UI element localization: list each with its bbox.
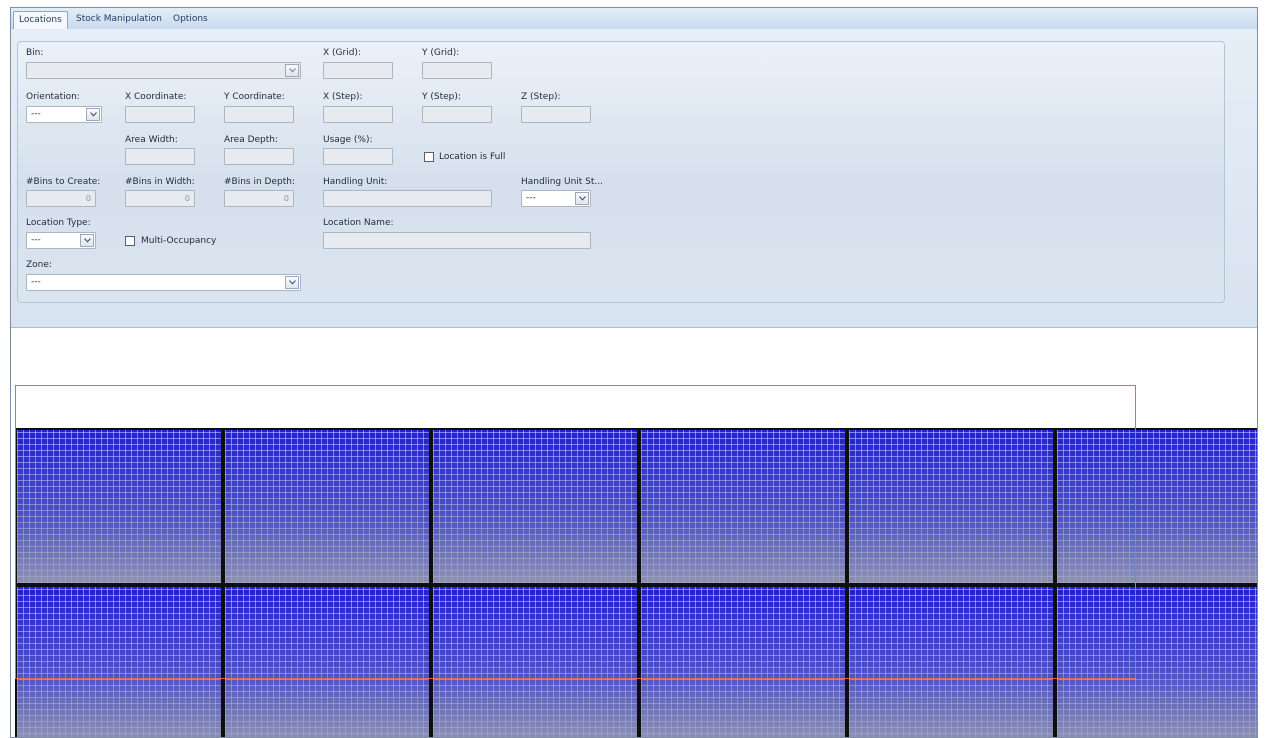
bin-tile[interactable] xyxy=(15,428,223,585)
y-grid-label: Y (Grid): xyxy=(422,48,460,58)
chevron-down-icon[interactable] xyxy=(285,276,299,289)
locations-pane: Bin: X (Grid): Y (Grid): Orientation: --… xyxy=(11,29,1257,328)
location-editor-window: Locations Stock Manipulation Options Bin… xyxy=(10,7,1258,738)
y-coordinate-label: Y Coordinate: xyxy=(224,92,285,102)
area-depth-label: Area Depth: xyxy=(224,135,279,145)
orientation-combo[interactable]: --- xyxy=(26,106,102,123)
bin-tile[interactable] xyxy=(639,585,847,737)
handling-unit-input[interactable] xyxy=(323,190,492,207)
location-type-label: Location Type: xyxy=(26,218,91,228)
y-coordinate-input[interactable] xyxy=(224,106,294,123)
bins-in-depth-label: #Bins in Depth: xyxy=(224,177,295,187)
multi-occupancy-checkbox[interactable] xyxy=(125,236,135,246)
bins-in-width-label: #Bins in Width: xyxy=(125,177,195,187)
bin-label: Bin: xyxy=(26,48,44,58)
handling-unit-status-label: Handling Unit St... xyxy=(521,177,603,187)
x-coordinate-input[interactable] xyxy=(125,106,195,123)
x-grid-label: X (Grid): xyxy=(323,48,361,58)
handling-unit-label: Handling Unit: xyxy=(323,177,388,187)
zone-value: --- xyxy=(31,277,41,287)
location-properties-group: Bin: X (Grid): Y (Grid): Orientation: --… xyxy=(17,41,1225,303)
tab-strip: Locations Stock Manipulation Options xyxy=(11,8,1257,30)
location-name-label: Location Name: xyxy=(323,218,394,228)
usage-label: Usage (%): xyxy=(323,135,373,145)
tab-locations[interactable]: Locations xyxy=(13,11,68,29)
bin-tile[interactable] xyxy=(431,428,639,585)
bin-tile[interactable] xyxy=(223,585,431,737)
bin-tile[interactable] xyxy=(223,428,431,585)
z-step-label: Z (Step): xyxy=(521,92,561,102)
handling-unit-status-value: --- xyxy=(526,193,536,203)
bins-to-create-input[interactable]: 0 xyxy=(26,190,96,207)
bins-to-create-label: #Bins to Create: xyxy=(26,177,101,187)
chevron-down-icon[interactable] xyxy=(285,64,299,77)
bin-tile[interactable] xyxy=(847,428,1055,585)
bin-tile[interactable] xyxy=(1055,428,1257,585)
y-step-label: Y (Step): xyxy=(422,92,461,102)
area-width-input[interactable] xyxy=(125,148,195,165)
chevron-down-icon[interactable] xyxy=(86,108,100,121)
bin-tile[interactable] xyxy=(1055,585,1257,737)
usage-input[interactable] xyxy=(323,148,393,165)
handling-unit-status-combo[interactable]: --- xyxy=(521,190,591,207)
bin-combo[interactable] xyxy=(26,62,301,79)
x-step-label: X (Step): xyxy=(323,92,363,102)
chevron-down-icon[interactable] xyxy=(575,192,589,205)
x-coordinate-label: X Coordinate: xyxy=(125,92,187,102)
zone-label: Zone: xyxy=(26,260,52,270)
location-is-full-checkbox[interactable] xyxy=(424,152,434,162)
y-grid-input[interactable] xyxy=(422,62,492,79)
tab-stock-manipulation[interactable]: Stock Manipulation xyxy=(71,11,167,28)
location-type-value: --- xyxy=(31,235,41,245)
layout-canvas[interactable] xyxy=(11,328,1257,737)
area-width-label: Area Width: xyxy=(125,135,178,145)
bins-in-width-input[interactable]: 0 xyxy=(125,190,195,207)
area-depth-input[interactable] xyxy=(224,148,294,165)
location-type-combo[interactable]: --- xyxy=(26,232,96,249)
location-is-full-label: Location is Full xyxy=(439,152,506,162)
x-grid-input[interactable] xyxy=(323,62,393,79)
bin-tile[interactable] xyxy=(431,585,639,737)
chevron-down-icon[interactable] xyxy=(80,234,94,247)
zone-combo[interactable]: --- xyxy=(26,274,301,291)
z-step-input[interactable] xyxy=(521,106,591,123)
y-step-input[interactable] xyxy=(422,106,492,123)
orientation-label: Orientation: xyxy=(26,92,80,102)
bin-tile[interactable] xyxy=(639,428,847,585)
x-step-input[interactable] xyxy=(323,106,393,123)
orientation-value: --- xyxy=(31,109,41,119)
tab-options[interactable]: Options xyxy=(168,11,213,28)
bin-tile[interactable] xyxy=(847,585,1055,737)
multi-occupancy-label: Multi-Occupancy xyxy=(141,236,217,246)
bins-in-depth-input[interactable]: 0 xyxy=(224,190,294,207)
location-name-input[interactable] xyxy=(323,232,591,249)
bin-tile[interactable] xyxy=(15,585,223,737)
